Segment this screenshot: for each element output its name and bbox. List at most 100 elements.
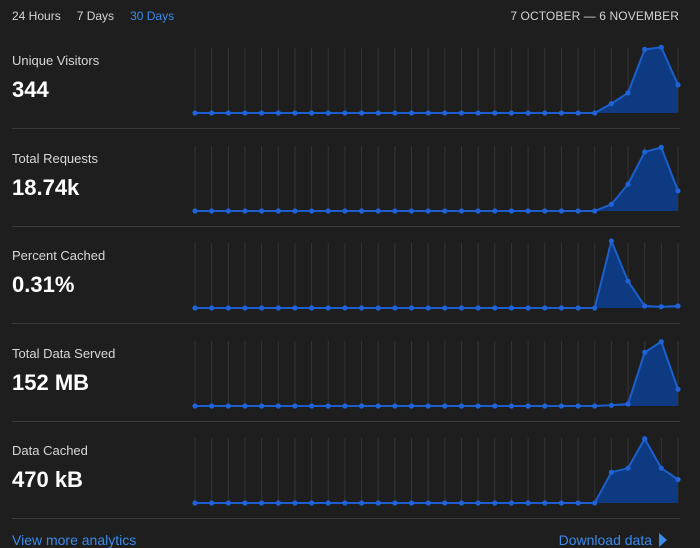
- data-point: [558, 305, 564, 311]
- data-point: [259, 402, 265, 409]
- data-point: [525, 402, 531, 409]
- sparkline-chart: [192, 44, 681, 116]
- data-point: [542, 500, 548, 506]
- data-point: [475, 402, 481, 409]
- data-point: [492, 500, 498, 506]
- metric-row: Unique Visitors 344: [0, 32, 700, 129]
- data-point: [642, 303, 648, 309]
- data-point: [408, 402, 415, 409]
- data-point: [608, 402, 614, 408]
- data-point: [192, 500, 198, 506]
- data-point: [392, 305, 398, 311]
- data-point: [575, 500, 581, 506]
- data-point: [375, 110, 381, 116]
- data-point: [225, 305, 231, 311]
- data-point: [408, 110, 415, 116]
- data-point: [292, 305, 298, 311]
- data-point: [325, 500, 331, 506]
- data-point: [209, 207, 215, 214]
- data-point: [558, 402, 564, 409]
- top-bar: 24 Hours 7 Days 30 Days 7 OCTOBER — 6 NO…: [0, 0, 700, 32]
- data-point: [608, 238, 614, 244]
- time-range-tabs: 24 Hours 7 Days 30 Days: [12, 9, 174, 23]
- data-point: [359, 305, 365, 311]
- view-more-analytics-link[interactable]: View more analytics: [12, 532, 136, 548]
- data-point: [608, 101, 614, 107]
- sparkline-line: [195, 46, 679, 114]
- data-point: [342, 500, 348, 506]
- data-point: [525, 500, 531, 506]
- data-point: [359, 402, 365, 409]
- data-point: [292, 500, 298, 506]
- data-point: [458, 207, 465, 214]
- data-point: [675, 303, 681, 309]
- tab-30-days[interactable]: 30 Days: [130, 9, 174, 23]
- data-point: [592, 110, 598, 116]
- data-point: [275, 305, 281, 311]
- data-point: [209, 110, 215, 116]
- data-point: [642, 349, 648, 355]
- data-point: [425, 305, 431, 311]
- tab-24-hours[interactable]: 24 Hours: [12, 9, 61, 23]
- data-point: [658, 44, 664, 50]
- metric-label: Percent Cached: [12, 248, 106, 263]
- data-point: [475, 500, 481, 506]
- data-point: [442, 305, 448, 311]
- data-point: [442, 402, 448, 409]
- data-point: [575, 207, 581, 214]
- download-data-link[interactable]: Download data: [559, 532, 652, 548]
- data-point: [458, 305, 465, 311]
- data-point: [242, 305, 248, 311]
- data-point: [259, 207, 265, 214]
- data-point: [442, 207, 448, 214]
- data-point: [375, 402, 381, 409]
- row-divider: [12, 518, 680, 519]
- data-point: [675, 187, 681, 193]
- data-point: [359, 500, 365, 506]
- data-point: [342, 207, 348, 214]
- data-point: [608, 469, 614, 475]
- data-point: [209, 305, 215, 311]
- data-point: [458, 110, 465, 116]
- data-point: [192, 402, 198, 409]
- play-icon[interactable]: [659, 533, 667, 547]
- data-point: [592, 500, 598, 506]
- data-point: [209, 500, 215, 506]
- tab-7-days[interactable]: 7 Days: [77, 9, 114, 23]
- metric-value: 344: [12, 77, 49, 102]
- data-point: [375, 500, 381, 506]
- data-point: [675, 476, 681, 483]
- data-point: [408, 500, 415, 506]
- sparkline-area: [195, 146, 678, 211]
- data-point: [325, 402, 331, 409]
- data-point: [475, 110, 481, 116]
- data-point: [309, 207, 315, 214]
- data-point: [392, 110, 398, 116]
- data-point: [408, 207, 415, 214]
- data-point: [392, 500, 398, 506]
- data-point: [275, 500, 281, 506]
- metric-row: Data Cached 470 kB: [0, 422, 700, 519]
- data-point: [458, 500, 465, 506]
- data-point: [275, 207, 281, 214]
- data-point: [225, 402, 231, 409]
- data-point: [525, 207, 531, 214]
- sparkline-chart: [192, 338, 681, 409]
- data-point: [508, 207, 514, 214]
- data-point: [192, 207, 198, 214]
- sparkline-area: [195, 341, 678, 406]
- data-point: [325, 110, 331, 116]
- data-point: [425, 207, 431, 214]
- data-point: [492, 305, 498, 311]
- data-point: [392, 402, 398, 409]
- data-point: [342, 110, 348, 116]
- data-point: [592, 207, 598, 214]
- data-point: [259, 500, 265, 506]
- sparkline-chart: [192, 237, 681, 311]
- data-point: [658, 144, 664, 150]
- data-point: [192, 305, 198, 311]
- data-point: [425, 402, 431, 409]
- data-point: [675, 386, 681, 392]
- data-point: [242, 207, 248, 214]
- sparkline-area: [195, 47, 678, 113]
